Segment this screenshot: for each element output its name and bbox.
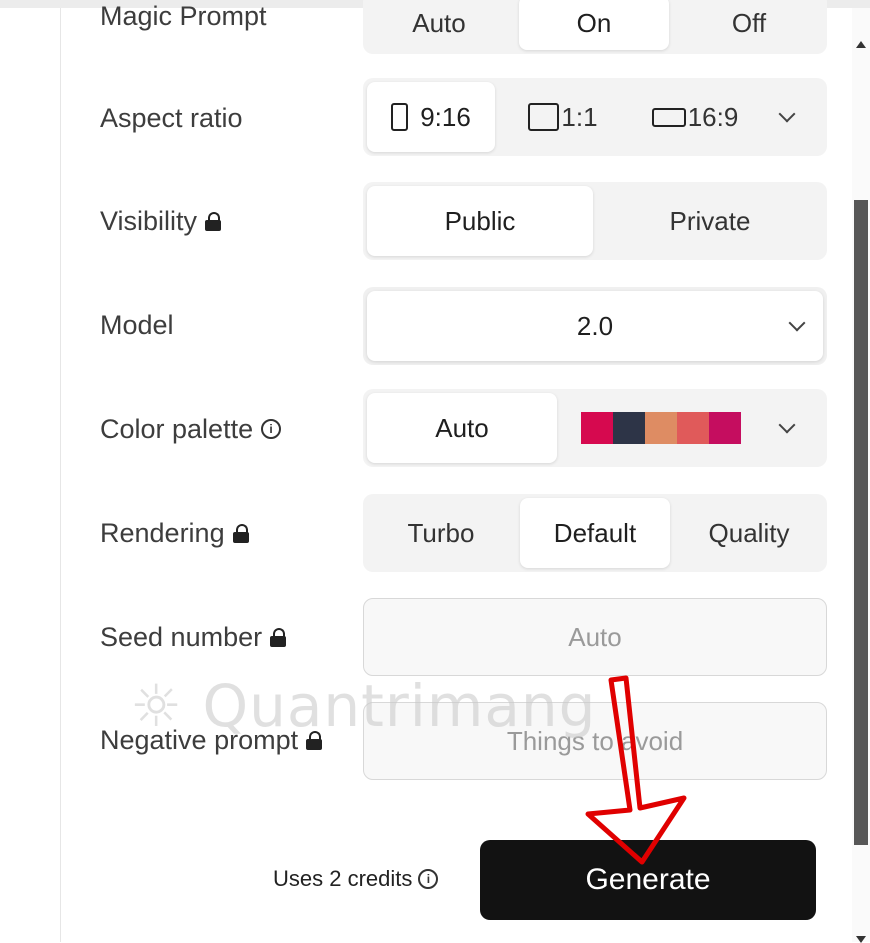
annotation-arrow-icon <box>585 675 687 865</box>
